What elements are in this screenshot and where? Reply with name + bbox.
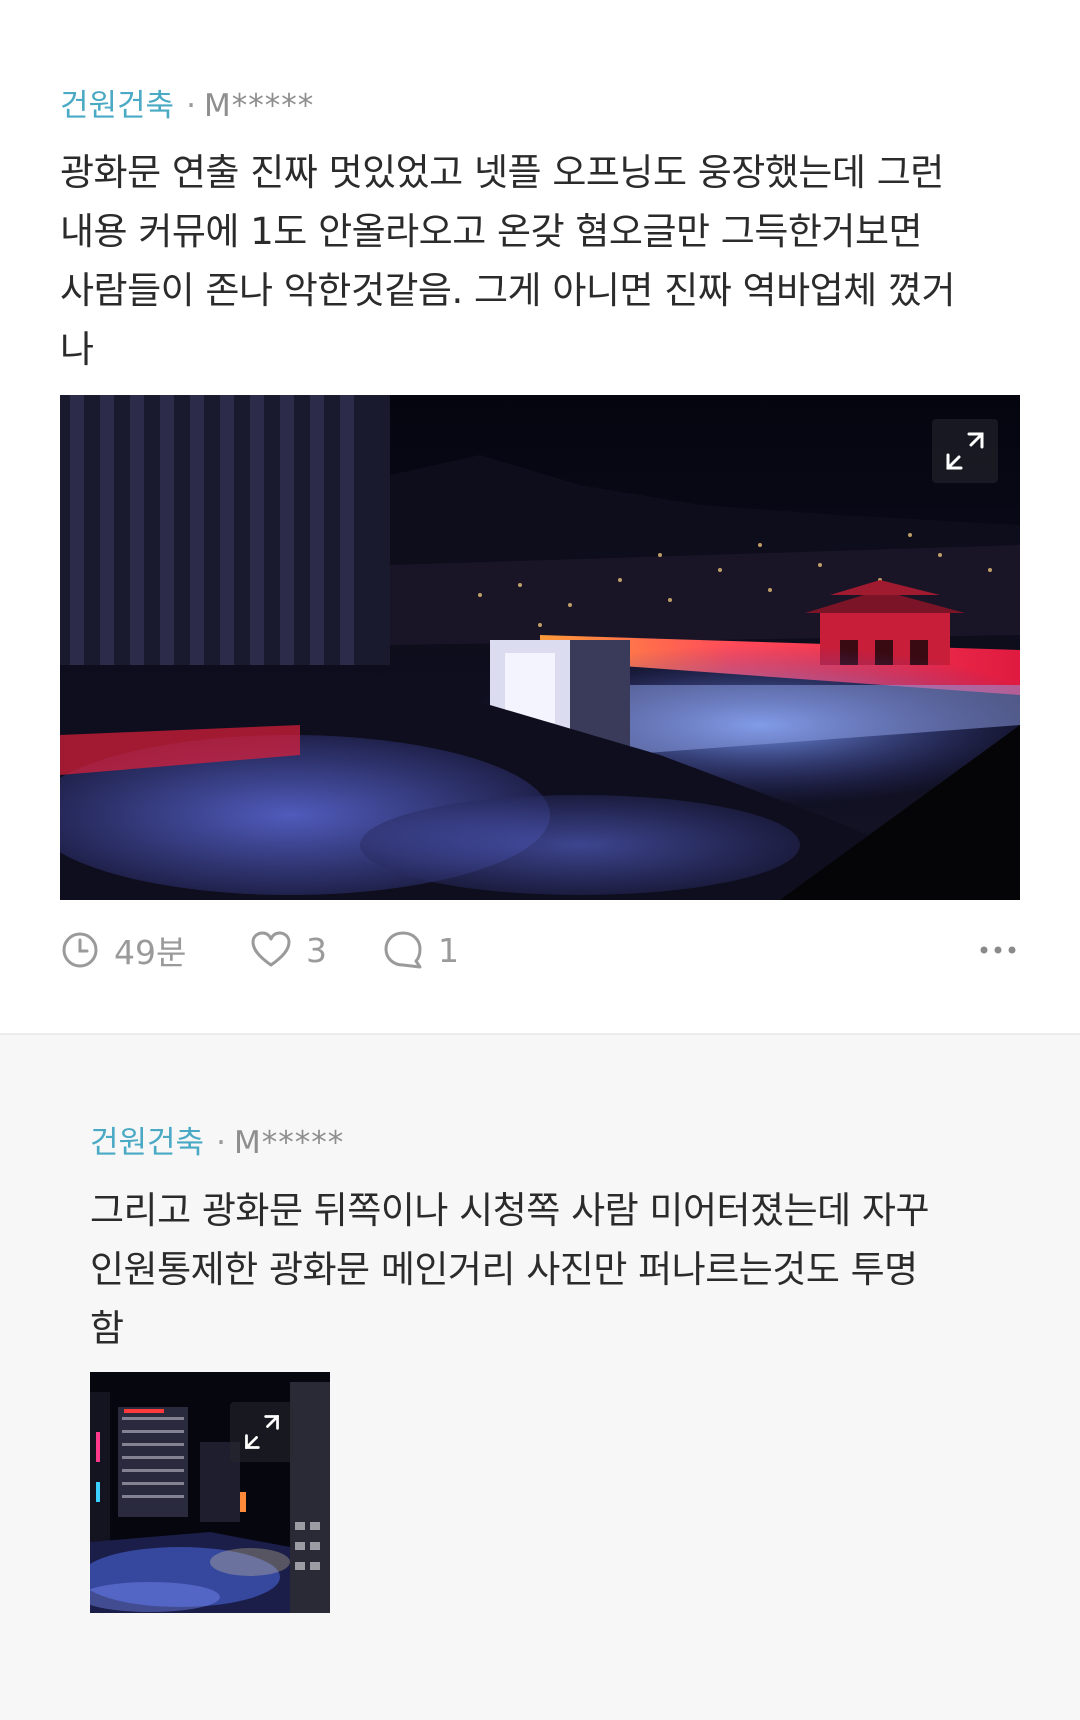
post-body-line: 나 <box>60 328 94 371</box>
meta-separator: · <box>216 1125 226 1161</box>
like-button[interactable]: 3 <box>250 920 327 980</box>
more-options-button[interactable] <box>976 930 1020 970</box>
comment-body: 그리고 광화문 뒤쪽이나 시청쪽 사람 미어터졌는데 자꾸 인원통제한 광화문 … <box>90 1181 930 1358</box>
comment-body-line: 인원통제한 광화문 메인거리 사진만 퍼나르는것도 투명 <box>90 1248 918 1291</box>
user-name: M***** <box>203 88 315 124</box>
like-count: 3 <box>306 930 327 970</box>
post-photo[interactable] <box>60 395 1020 900</box>
post-body-line: 광화문 연출 진짜 멋있었고 넷플 오프닝도 웅장했는데 그런 <box>60 151 944 194</box>
city-night-thumbnail <box>90 1372 330 1613</box>
comment-author-meta: 건원건축 · M***** <box>90 1123 344 1163</box>
comment-card: 건원건축 · M***** 그리고 광화문 뒤쪽이나 시청쪽 사람 미어터졌는데 자… <box>0 1035 1080 1720</box>
post-actions: 49분 3 1 <box>60 920 1020 980</box>
heart-icon <box>251 931 291 967</box>
expand-image-button[interactable] <box>932 419 998 483</box>
expand-image-button[interactable] <box>230 1402 294 1462</box>
clock-icon <box>62 932 98 968</box>
time-ago: 49분 <box>60 920 186 980</box>
user-name: M***** <box>233 1125 345 1161</box>
post-body[interactable]: 광화문 연출 진짜 멋있었고 넷플 오프닝도 웅장했는데 그런 내용 커뮤에 1… <box>60 143 956 379</box>
comment-count: 1 <box>438 930 459 970</box>
expand-icon <box>946 432 984 470</box>
post-body-line: 사람들이 존나 악한것같음. 그게 아니면 진짜 역바업체 꼈거 <box>60 269 956 312</box>
comment-icon <box>384 931 422 969</box>
night-concert-photo <box>60 395 1020 900</box>
expand-icon <box>245 1415 279 1449</box>
comment-body-line: 그리고 광화문 뒤쪽이나 시청쪽 사람 미어터졌는데 자꾸 <box>90 1189 930 1232</box>
comment-body-line: 함 <box>90 1307 124 1350</box>
meta-separator: · <box>186 88 196 124</box>
company-name[interactable]: 건원건축 <box>60 88 174 124</box>
more-icon <box>980 946 1016 954</box>
comment-button[interactable]: 1 <box>382 920 459 980</box>
post-body-line: 내용 커뮤에 1도 안올라오고 온갖 혐오글만 그득한거보면 <box>60 210 923 253</box>
time-label: 49분 <box>114 933 187 972</box>
comment-photo[interactable] <box>90 1372 330 1613</box>
company-name[interactable]: 건원건축 <box>90 1125 204 1161</box>
post-card: 건원건축 · M***** 광화문 연출 진짜 멋있었고 넷플 오프닝도 웅장했는데… <box>0 0 1080 1033</box>
post-author-meta: 건원건축 · M***** <box>60 86 314 126</box>
